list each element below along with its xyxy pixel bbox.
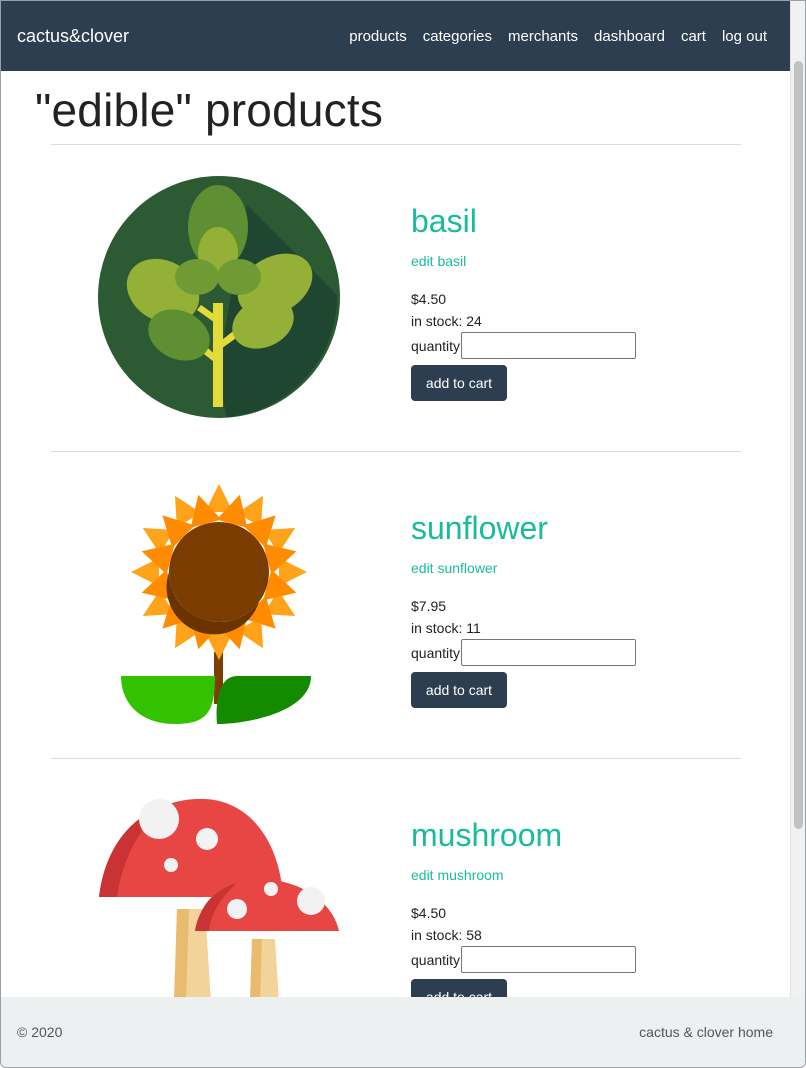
mushroom-icon	[99, 798, 339, 997]
sunflower-icon	[121, 484, 311, 724]
quantity-row: quantity	[411, 946, 637, 973]
edit-product-link[interactable]: edit sunflower	[411, 560, 497, 576]
product-name-link[interactable]: basil	[411, 203, 477, 240]
product-stock: in stock: 11	[411, 620, 481, 636]
nav-links: products categories merchants dashboard …	[349, 28, 767, 45]
edit-product-link[interactable]: edit mushroom	[411, 867, 504, 883]
quantity-label: quantity	[411, 951, 461, 968]
quantity-input[interactable]	[461, 946, 637, 973]
add-to-cart-button[interactable]: add to cart	[411, 365, 507, 401]
product-price: $4.50	[411, 291, 447, 307]
browser-viewport: cactus&clover products categories mercha…	[0, 0, 806, 1068]
product-stock: in stock: 24	[411, 313, 482, 329]
nav-logout-link[interactable]: log out	[722, 28, 767, 45]
product-stock: in stock: 58	[411, 927, 482, 943]
basil-icon	[98, 176, 340, 418]
nav-merchants-link[interactable]: merchants	[508, 28, 578, 45]
product-price: $4.50	[411, 905, 447, 921]
edit-product-link[interactable]: edit basil	[411, 253, 466, 269]
nav-cart-link[interactable]: cart	[681, 28, 706, 45]
product-card: basil edit basil $4.50 in stock: 24 quan…	[51, 145, 741, 451]
quantity-input[interactable]	[461, 639, 637, 666]
product-card: sunflower edit sunflower $7.95 in stock:…	[51, 452, 741, 758]
quantity-input[interactable]	[461, 332, 637, 359]
product-name-link[interactable]: sunflower	[411, 510, 548, 547]
quantity-row: quantity	[411, 639, 637, 666]
copyright-text: © 2020	[17, 1024, 63, 1040]
quantity-label: quantity	[411, 644, 461, 661]
page-title: "edible" products	[35, 84, 384, 136]
scrollbar-thumb[interactable]	[794, 61, 803, 829]
brand-link[interactable]: cactus&clover	[17, 26, 129, 47]
add-to-cart-button[interactable]: add to cart	[411, 672, 507, 708]
product-card: mushroom edit mushroom $4.50 in stock: 5…	[51, 759, 741, 997]
navbar: cactus&clover products categories mercha…	[1, 1, 791, 71]
nav-products-link[interactable]: products	[349, 28, 407, 45]
home-link[interactable]: cactus & clover home	[639, 1024, 773, 1040]
nav-dashboard-link[interactable]: dashboard	[594, 28, 665, 45]
vertical-scrollbar[interactable]	[790, 1, 805, 997]
product-name-link[interactable]: mushroom	[411, 817, 562, 854]
product-price: $7.95	[411, 598, 447, 614]
add-to-cart-button[interactable]: add to cart	[411, 979, 507, 997]
quantity-row: quantity	[411, 332, 637, 359]
nav-categories-link[interactable]: categories	[423, 28, 492, 45]
quantity-label: quantity	[411, 337, 461, 354]
footer: © 2020 cactus & clover home	[1, 997, 805, 1067]
main-content: "edible" products basil edit basil $4.50…	[1, 71, 791, 997]
